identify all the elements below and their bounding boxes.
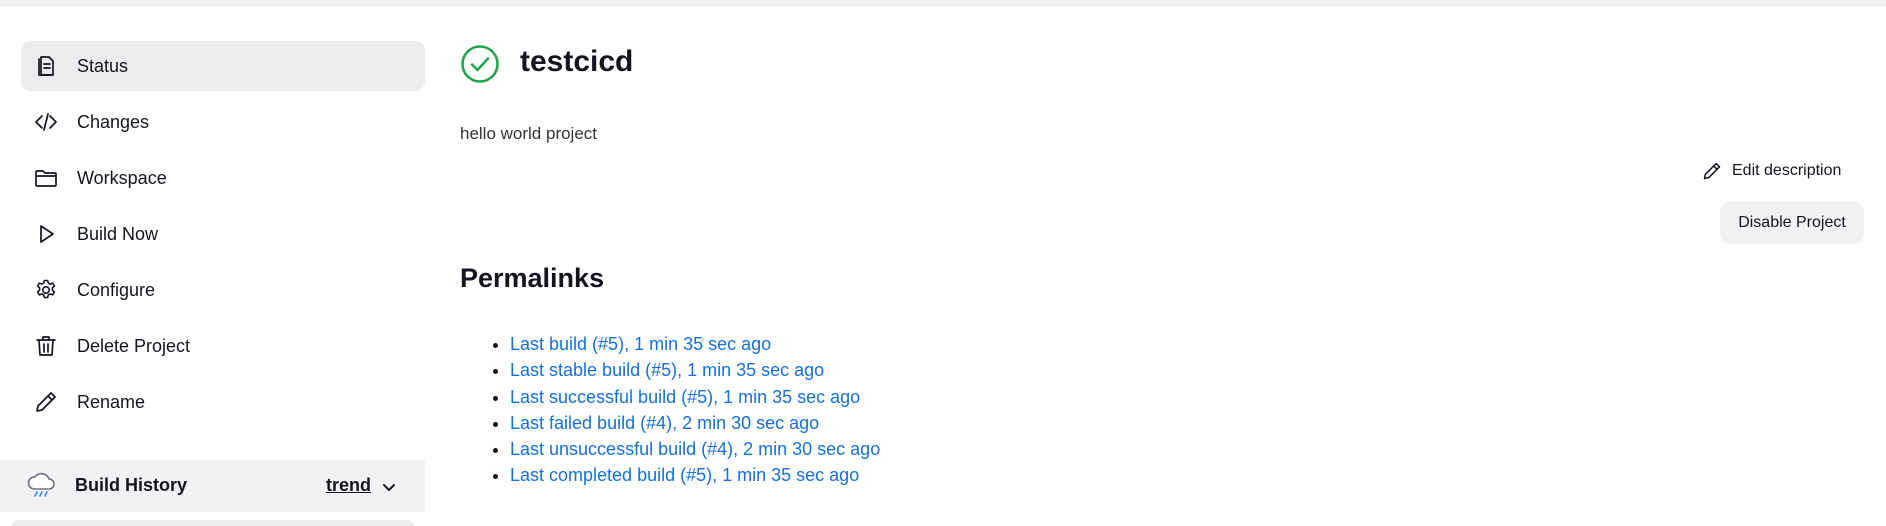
- sidebar-item-label: Workspace: [77, 167, 167, 188]
- sidebar: Status Changes Workspace Build Now Confi…: [21, 41, 425, 433]
- sidebar-item-label: Delete Project: [77, 335, 191, 356]
- permalink-last-successful-build[interactable]: Last successful build (#5), 1 min 35 sec…: [510, 387, 860, 407]
- pencil-icon: [1703, 162, 1721, 180]
- edit-description-label: Edit description: [1732, 162, 1842, 179]
- sidebar-item-changes[interactable]: Changes: [21, 97, 425, 147]
- build-history-header: Build History trend: [0, 460, 425, 512]
- list-item: Last failed build (#4), 2 min 30 sec ago: [510, 410, 880, 436]
- sidebar-item-delete-project[interactable]: Delete Project: [21, 321, 425, 371]
- build-history-panel: [12, 520, 414, 526]
- permalink-last-stable-build[interactable]: Last stable build (#5), 1 min 35 sec ago: [510, 360, 824, 380]
- permalinks-heading: Permalinks: [460, 263, 605, 293]
- list-item: Last stable build (#5), 1 min 35 sec ago: [510, 357, 880, 383]
- sidebar-item-label: Configure: [77, 279, 156, 300]
- permalink-last-completed-build[interactable]: Last completed build (#5), 1 min 35 sec …: [510, 465, 859, 485]
- code-icon: [34, 110, 58, 134]
- sidebar-item-label: Rename: [77, 391, 146, 412]
- play-icon: [34, 222, 58, 246]
- permalink-last-failed-build[interactable]: Last failed build (#4), 2 min 30 sec ago: [510, 413, 819, 433]
- gear-icon: [34, 278, 58, 302]
- trend-link[interactable]: trend: [326, 475, 371, 496]
- permalinks-list: Last build (#5), 1 min 35 sec ago Last s…: [487, 331, 880, 489]
- disable-project-button[interactable]: Disable Project: [1720, 202, 1864, 244]
- sidebar-item-configure[interactable]: Configure: [21, 265, 425, 315]
- sidebar-item-label: Build Now: [77, 223, 159, 244]
- sidebar-item-label: Status: [77, 55, 129, 76]
- permalink-last-unsuccessful-build[interactable]: Last unsuccessful build (#4), 2 min 30 s…: [510, 439, 880, 459]
- build-history-title: Build History: [75, 475, 188, 495]
- sidebar-item-workspace[interactable]: Workspace: [21, 153, 425, 203]
- sidebar-item-build-now[interactable]: Build Now: [21, 209, 425, 259]
- main-content: testcicd hello world project Edit descri…: [460, 0, 1886, 526]
- project-description: hello world project: [460, 124, 598, 143]
- list-item: Last completed build (#5), 1 min 35 sec …: [510, 462, 880, 488]
- list-item: Last unsuccessful build (#4), 2 min 30 s…: [510, 436, 880, 462]
- page-title: testcicd: [520, 45, 634, 78]
- trash-icon: [34, 334, 58, 358]
- success-check-icon: [460, 44, 500, 84]
- pencil-icon: [34, 390, 58, 414]
- cloud-rain-icon: [25, 469, 57, 501]
- permalink-last-build[interactable]: Last build (#5), 1 min 35 sec ago: [510, 334, 771, 354]
- chevron-down-icon[interactable]: [380, 478, 398, 496]
- folder-icon: [34, 166, 58, 190]
- sidebar-item-status[interactable]: Status: [21, 41, 425, 91]
- sidebar-item-rename[interactable]: Rename: [21, 377, 425, 427]
- sidebar-item-label: Changes: [77, 111, 150, 132]
- status-icon: [34, 54, 58, 78]
- list-item: Last build (#5), 1 min 35 sec ago: [510, 331, 880, 357]
- list-item: Last successful build (#5), 1 min 35 sec…: [510, 384, 880, 410]
- edit-description-button[interactable]: Edit description: [1702, 159, 1841, 183]
